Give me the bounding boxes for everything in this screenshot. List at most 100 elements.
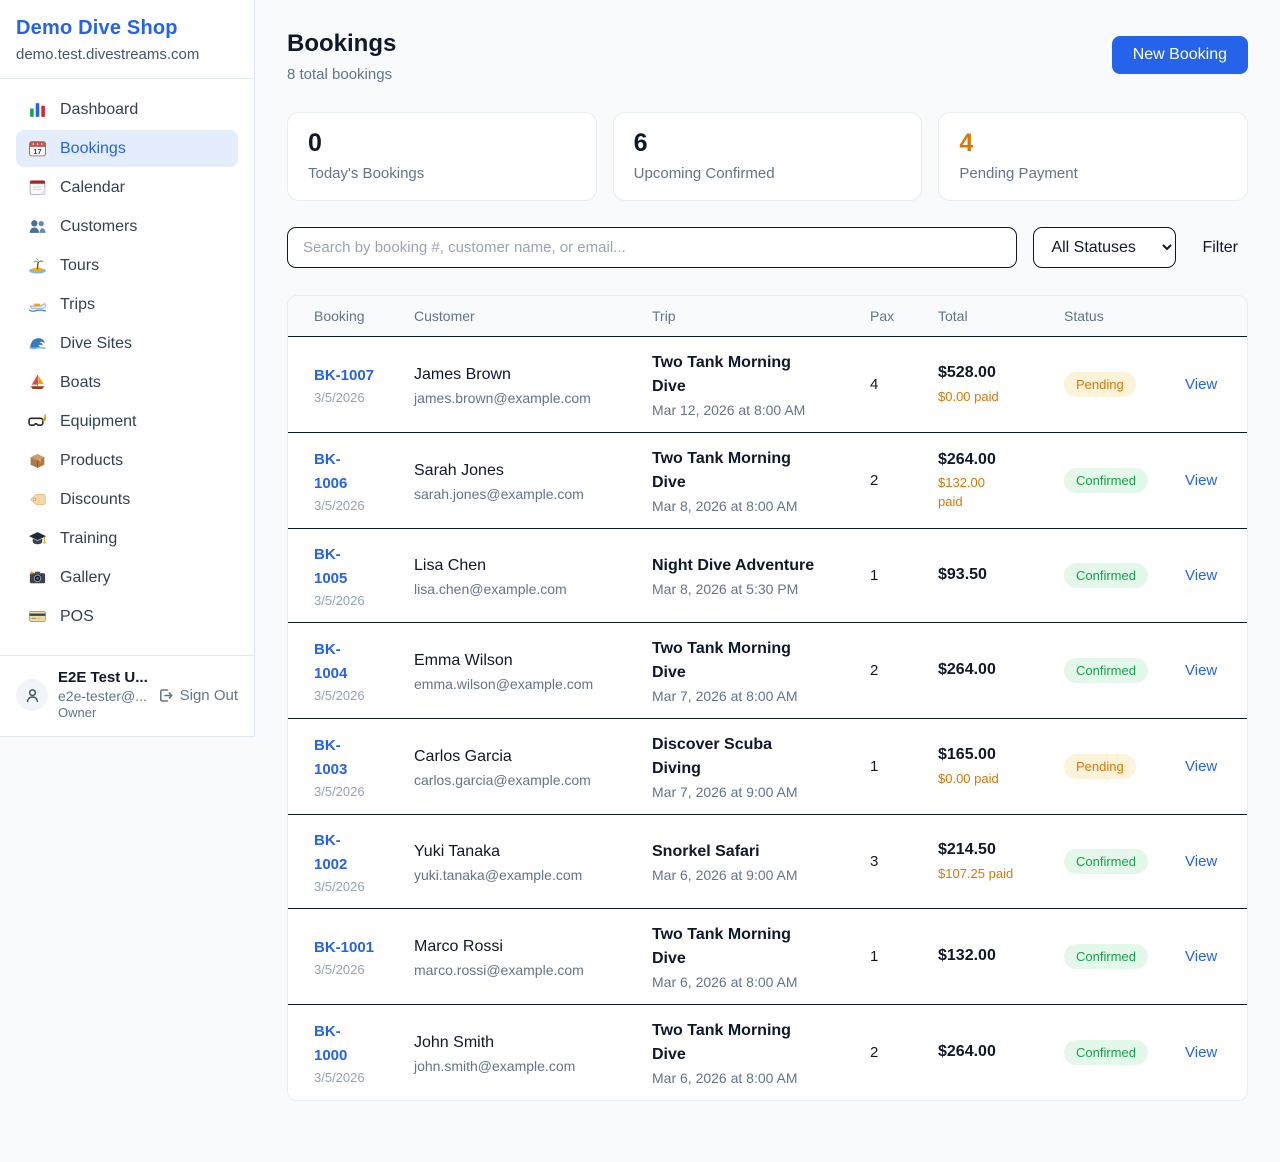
booking-id-link[interactable]: BK-1007	[314, 364, 374, 388]
view-link[interactable]: View	[1185, 662, 1217, 679]
customer-email: sarah.jones@example.com	[414, 486, 620, 502]
sidebar-item-gallery[interactable]: Gallery	[16, 559, 238, 596]
pax-count: 2	[854, 1005, 922, 1101]
table-header-row: BookingCustomerTripPaxTotalStatus	[288, 296, 1247, 337]
sidebar-item-label: Trips	[60, 296, 95, 314]
island-icon	[28, 256, 47, 275]
camera-icon	[28, 568, 47, 587]
svg-text:17: 17	[33, 147, 41, 156]
booking-id-link[interactable]: BK-1001	[314, 936, 374, 960]
sidebar-item-trips[interactable]: Trips	[16, 286, 238, 323]
paid-amount: $107.25 paid	[938, 865, 1032, 884]
table-row: BK-1002 3/5/2026 Yuki Tanaka yuki.tanaka…	[288, 815, 1247, 909]
booking-date: 3/5/2026	[314, 962, 382, 977]
booking-id-link[interactable]: BK-1000	[314, 1020, 347, 1068]
booking-id-link[interactable]: BK-1002	[314, 829, 347, 877]
trip-name: Two Tank MorningDive	[652, 351, 838, 399]
person-icon	[24, 687, 41, 704]
total-amount: $528.00	[938, 362, 1032, 384]
view-link[interactable]: View	[1185, 948, 1217, 965]
sidebar-item-equipment[interactable]: Equipment	[16, 403, 238, 440]
sidebar-item-products[interactable]: Products	[16, 442, 238, 479]
paid-amount: $0.00 paid	[938, 770, 1032, 789]
status-badge: Pending	[1064, 372, 1136, 397]
sidebar-item-tours[interactable]: Tours	[16, 247, 238, 284]
sidebar-item-calendar[interactable]: Calendar	[16, 169, 238, 206]
customer-email: carlos.garcia@example.com	[414, 772, 620, 788]
customer-email: yuki.tanaka@example.com	[414, 867, 620, 883]
pax-count: 3	[854, 815, 922, 909]
shop-domain: demo.test.divestreams.com	[16, 46, 238, 63]
view-link[interactable]: View	[1185, 567, 1217, 584]
stats-cards: 0 Today's Bookings 6 Upcoming Confirmed …	[287, 112, 1248, 201]
table-row: BK-1004 3/5/2026 Emma Wilson emma.wilson…	[288, 623, 1247, 719]
booking-id-link[interactable]: BK-1003	[314, 734, 347, 782]
bookings-table-card: BookingCustomerTripPaxTotalStatus BK-100…	[287, 295, 1248, 1101]
table-row: BK-1003 3/5/2026 Carlos Garcia carlos.ga…	[288, 719, 1247, 815]
status-badge: Confirmed	[1064, 944, 1148, 969]
pax-count: 1	[854, 719, 922, 815]
trip-datetime: Mar 6, 2026 at 9:00 AM	[652, 867, 838, 883]
wave-icon	[28, 334, 47, 353]
customer-name: Sarah Jones	[414, 459, 620, 483]
booking-date: 3/5/2026	[314, 593, 382, 608]
sidebar-item-boats[interactable]: Boats	[16, 364, 238, 401]
paid-amount: $132.00paid	[938, 474, 1032, 512]
table-row: BK-1006 3/5/2026 Sarah Jones sarah.jones…	[288, 433, 1247, 529]
pax-count: 2	[854, 433, 922, 529]
booking-id-link[interactable]: BK-1004	[314, 638, 347, 686]
sign-out-button[interactable]: Sign Out	[157, 687, 238, 704]
page-header: Bookings 8 total bookings New Booking	[287, 30, 1248, 83]
sidebar-item-label: Equipment	[60, 413, 137, 431]
booking-id-link[interactable]: BK-1005	[314, 543, 347, 591]
column-header-actions	[1169, 296, 1247, 337]
customer-email: emma.wilson@example.com	[414, 676, 620, 692]
booking-date: 3/5/2026	[314, 879, 382, 894]
stat-card: 0 Today's Bookings	[287, 112, 597, 201]
trip-name: Snorkel Safari	[652, 840, 838, 864]
customer-name: Carlos Garcia	[414, 745, 620, 769]
view-link[interactable]: View	[1185, 1044, 1217, 1061]
customer-name: Lisa Chen	[414, 554, 620, 578]
stat-card: 4 Pending Payment	[938, 112, 1248, 201]
booking-id-link[interactable]: BK-1006	[314, 448, 347, 496]
customer-email: marco.rossi@example.com	[414, 962, 620, 978]
status-badge: Pending	[1064, 754, 1136, 779]
sidebar-item-training[interactable]: Training	[16, 520, 238, 557]
status-badge: Confirmed	[1064, 1040, 1148, 1065]
view-link[interactable]: View	[1185, 472, 1217, 489]
stat-label: Upcoming Confirmed	[634, 165, 902, 182]
sidebar-item-label: Dashboard	[60, 101, 138, 119]
sidebar-item-label: Tours	[60, 257, 99, 275]
sidebar-item-label: Calendar	[60, 179, 125, 197]
view-link[interactable]: View	[1185, 758, 1217, 775]
customer-email: james.brown@example.com	[414, 390, 620, 406]
sidebar-item-customers[interactable]: Customers	[16, 208, 238, 245]
sidebar-item-dive-sites[interactable]: Dive Sites	[16, 325, 238, 362]
stat-value: 4	[959, 129, 1227, 158]
trip-datetime: Mar 8, 2026 at 5:30 PM	[652, 581, 838, 597]
stat-label: Pending Payment	[959, 165, 1227, 182]
bookings-table: BookingCustomerTripPaxTotalStatus BK-100…	[288, 296, 1247, 1100]
trip-name: Two Tank MorningDive	[652, 923, 838, 971]
trip-datetime: Mar 7, 2026 at 8:00 AM	[652, 688, 838, 704]
sidebar-item-dashboard[interactable]: Dashboard	[16, 91, 238, 128]
new-booking-button[interactable]: New Booking	[1112, 36, 1248, 74]
sailboat-icon	[28, 373, 47, 392]
logout-icon	[157, 687, 174, 704]
status-select[interactable]: All Statuses	[1033, 227, 1176, 268]
speedboat-icon	[28, 295, 47, 314]
sidebar-item-discounts[interactable]: Discounts	[16, 481, 238, 518]
column-header-status: Status	[1048, 296, 1169, 337]
total-amount: $93.50	[938, 564, 1032, 586]
search-input[interactable]	[287, 227, 1017, 268]
sidebar-item-pos[interactable]: POS	[16, 598, 238, 635]
filter-button[interactable]: Filter	[1192, 239, 1248, 257]
trip-datetime: Mar 8, 2026 at 8:00 AM	[652, 498, 838, 514]
view-link[interactable]: View	[1185, 853, 1217, 870]
sidebar-item-bookings[interactable]: 17 Bookings	[16, 130, 238, 167]
trip-datetime: Mar 12, 2026 at 8:00 AM	[652, 402, 838, 418]
view-link[interactable]: View	[1185, 376, 1217, 393]
total-amount: $132.00	[938, 945, 1032, 967]
avatar	[16, 679, 48, 711]
